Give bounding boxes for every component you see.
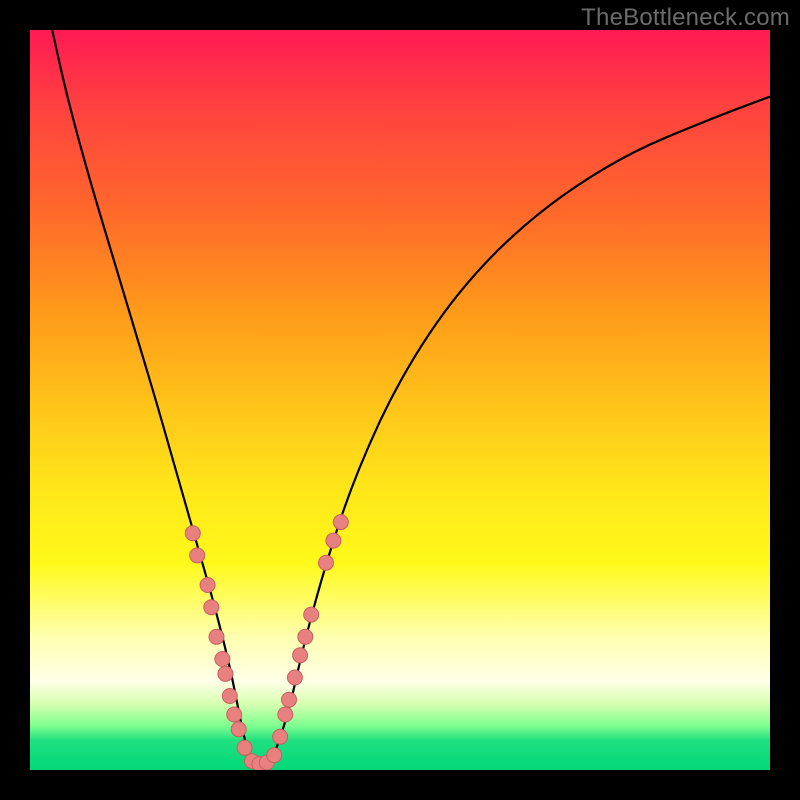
data-markers-group	[185, 515, 348, 770]
data-marker	[298, 629, 313, 644]
data-marker	[326, 533, 341, 548]
data-marker	[222, 689, 237, 704]
data-marker	[200, 578, 215, 593]
bottleneck-curve-svg	[30, 30, 770, 770]
data-marker	[190, 548, 205, 563]
data-marker	[227, 707, 242, 722]
data-marker	[237, 740, 252, 755]
chart-frame: TheBottleneck.com	[0, 0, 800, 800]
data-marker	[293, 648, 308, 663]
data-marker	[287, 670, 302, 685]
data-marker	[185, 526, 200, 541]
data-marker	[333, 515, 348, 530]
data-marker	[273, 729, 288, 744]
data-marker	[278, 707, 293, 722]
plot-area	[30, 30, 770, 770]
data-marker	[215, 652, 230, 667]
data-marker	[282, 692, 297, 707]
data-marker	[204, 600, 219, 615]
watermark-text: TheBottleneck.com	[581, 4, 790, 32]
data-marker	[319, 555, 334, 570]
data-marker	[218, 666, 233, 681]
data-marker	[267, 748, 282, 763]
data-marker	[231, 722, 246, 737]
data-marker	[304, 607, 319, 622]
data-marker	[209, 629, 224, 644]
bottleneck-curve-path	[52, 30, 770, 770]
